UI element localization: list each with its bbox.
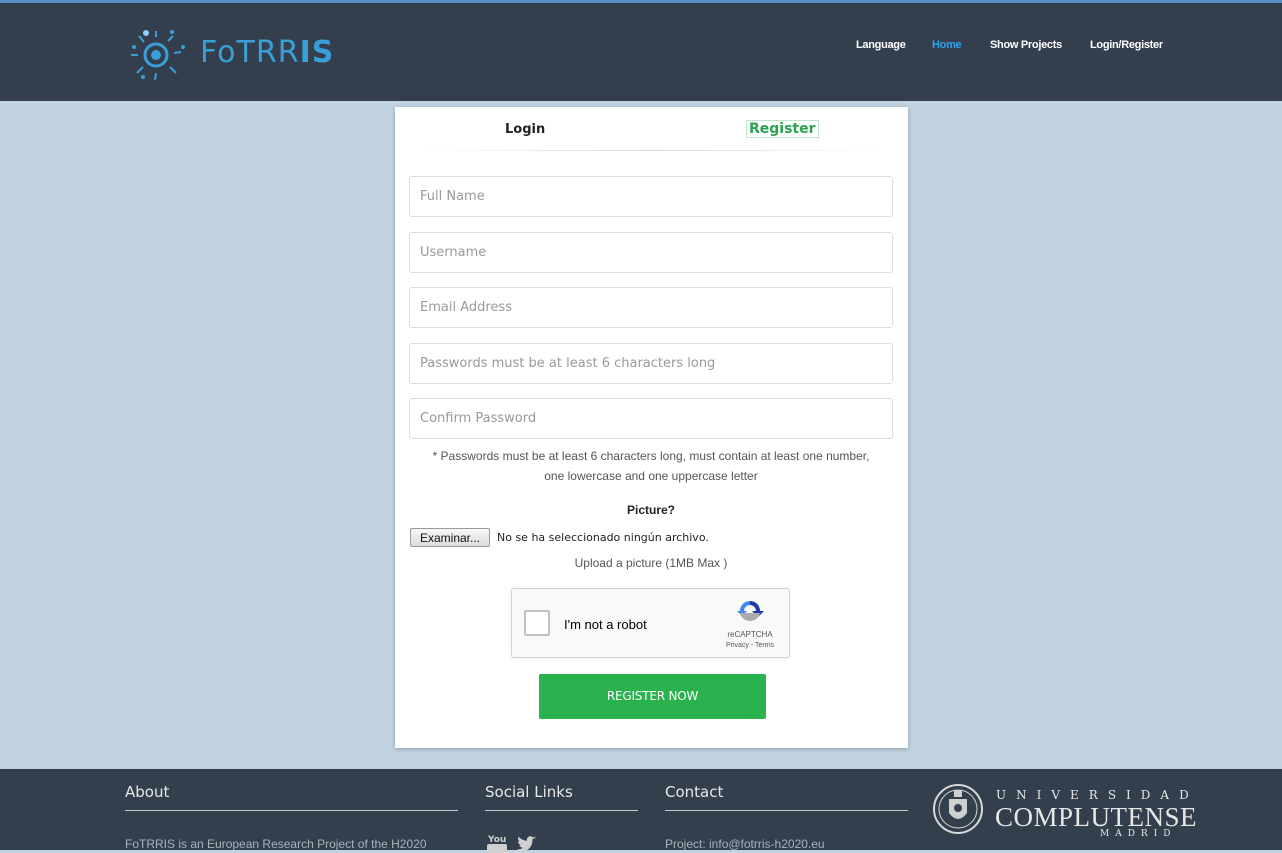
university-city: MADRID	[1100, 829, 1177, 839]
footer-contact-heading: Contact	[665, 783, 724, 801]
footer-social-heading: Social Links	[485, 783, 573, 801]
password-note-line1: * Passwords must be at least 6 character…	[432, 449, 870, 463]
footer-contact-divider	[665, 810, 908, 811]
recaptcha-checkbox[interactable]	[524, 610, 550, 636]
footer-social-divider	[485, 810, 638, 811]
youtube-icon[interactable]: You	[486, 833, 508, 853]
brand-name-main: FoTRR	[200, 35, 300, 70]
nav-language[interactable]: Language	[856, 39, 906, 51]
recaptcha-terms[interactable]: Privacy - Terms	[720, 642, 780, 649]
globe-logo-icon	[131, 30, 185, 81]
footer-contact-text[interactable]: Project: info@fotrris-h2020.eu	[665, 837, 825, 851]
recaptcha-widget: I'm not a robot reCAPTCHA Privacy - Term…	[511, 588, 790, 658]
tab-login[interactable]: Login	[505, 122, 545, 137]
top-navbar: FoTRRIS Language Home Show Projects Logi…	[0, 0, 1282, 101]
recaptcha-icon	[737, 601, 764, 622]
email-field[interactable]: Email Address	[409, 287, 893, 328]
password-field[interactable]: Passwords must be at least 6 characters …	[409, 343, 893, 384]
twitter-icon[interactable]	[515, 833, 537, 853]
password-requirements-note: * Passwords must be at least 6 character…	[409, 446, 893, 486]
password-note-line2: one lowercase and one uppercase letter	[544, 469, 758, 483]
full-name-field[interactable]: Full Name	[409, 176, 893, 217]
university-seal-icon	[933, 784, 983, 834]
recaptcha-brand: reCAPTCHA	[727, 630, 773, 639]
footer-about-heading: About	[125, 783, 170, 801]
brand-name: FoTRRIS	[200, 35, 334, 70]
university-top-text: UNIVERSIDAD	[996, 788, 1199, 802]
browse-file-button[interactable]: Examinar...	[410, 528, 490, 547]
upload-hint: Upload a picture (1MB Max )	[574, 556, 728, 570]
register-card: Login Register Full Name Username Email …	[395, 107, 908, 748]
svg-text:You: You	[487, 835, 506, 845]
tab-divider	[420, 150, 885, 151]
picture-label: Picture?	[626, 503, 675, 517]
register-now-button[interactable]: REGISTER NOW	[539, 674, 766, 719]
fotrris-logo[interactable]: FoTRRIS	[128, 23, 338, 83]
footer: About FoTRRIS is an European Research Pr…	[0, 769, 1282, 853]
file-status-text: No se ha seleccionado ningún archivo.	[497, 531, 709, 544]
recaptcha-label: I'm not a robot	[564, 617, 647, 632]
brand-name-accent: IS	[299, 35, 335, 70]
username-field[interactable]: Username	[409, 232, 893, 273]
footer-about-text: FoTRRIS is an European Research Project …	[125, 837, 427, 851]
nav-home[interactable]: Home	[932, 39, 962, 51]
nav-login-register[interactable]: Login/Register	[1090, 39, 1163, 51]
nav-show-projects[interactable]: Show Projects	[990, 39, 1062, 51]
tab-register[interactable]: Register	[746, 120, 819, 138]
confirm-password-field[interactable]: Confirm Password	[409, 398, 893, 439]
footer-about-divider	[125, 810, 458, 811]
